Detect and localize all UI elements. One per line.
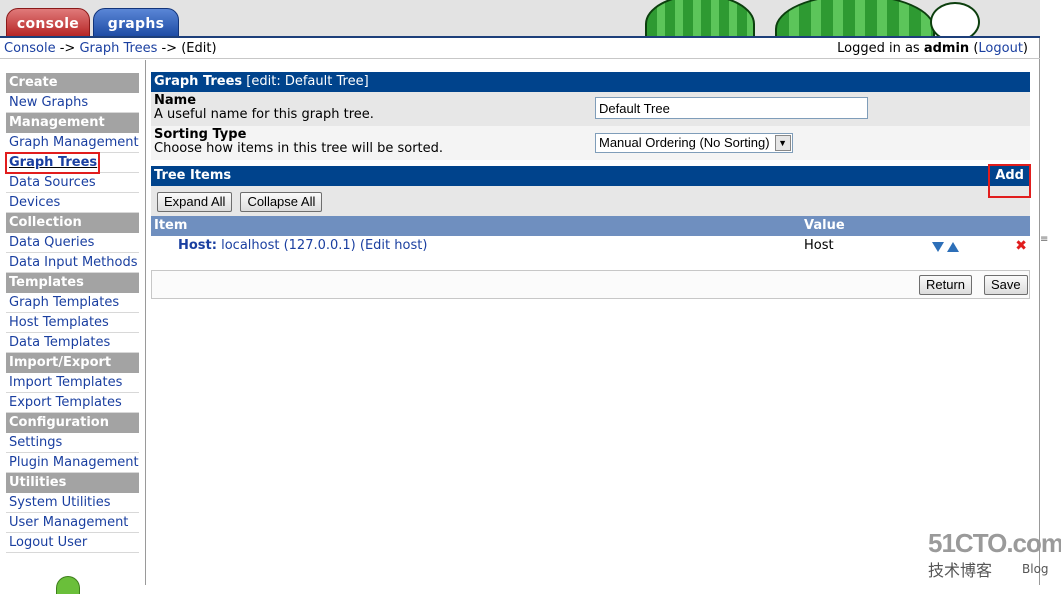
breadcrumb-graph-trees[interactable]: Graph Trees	[79, 41, 157, 56]
login-paren-close: )	[1022, 41, 1028, 56]
sidebar: Create New Graphs Management Graph Manageme…	[0, 60, 146, 594]
watermark-logo: 51CTO.com	[928, 528, 1061, 558]
sidebar-item-label[interactable]: Plugin Management	[9, 455, 139, 470]
form-header-title: Graph Trees	[154, 74, 243, 89]
sidebar-section-collection-methods: Collection Methods	[6, 213, 139, 250]
sidebar-item-user-management[interactable]: User Management	[6, 513, 139, 533]
tree-items-header: Tree Items Add	[151, 166, 1030, 186]
sidebar-item-label[interactable]: User Management	[9, 515, 128, 530]
sorting-select-value: Manual Ordering (No Sorting)	[599, 135, 770, 150]
sorting-description: Choose how items in this tree will be so…	[154, 141, 444, 156]
sidebar-item-label[interactable]: Data Input Methods	[9, 255, 138, 270]
tree-item-prefix: Host:	[178, 238, 217, 253]
login-status: Logged in as admin (Logout)	[837, 39, 1028, 59]
sidebar-item-label[interactable]: New Graphs	[9, 95, 88, 110]
name-label: Name	[154, 93, 197, 108]
arrow-down-icon[interactable]	[932, 242, 944, 252]
chevron-down-icon[interactable]: ▼	[774, 135, 791, 151]
move-arrows	[932, 239, 962, 259]
arrow-up-icon[interactable]	[947, 242, 959, 252]
sidebar-item-system-utilities[interactable]: System Utilities	[6, 493, 139, 513]
form-footer: Return Save	[151, 270, 1030, 299]
sidebar-item-label[interactable]: Data Templates	[9, 335, 110, 350]
sidebar-item-label[interactable]: Devices	[9, 195, 60, 210]
sidebar-item-label[interactable]: Graph Management	[9, 135, 139, 150]
sidebar-section-templates: Templates	[6, 273, 139, 293]
tab-console[interactable]: console	[6, 8, 90, 36]
sorting-row: Sorting Type Choose how items in this tr…	[151, 126, 1030, 160]
sidebar-item-new-graphs[interactable]: New Graphs	[6, 93, 139, 113]
sidebar-item-data-templates[interactable]: Data Templates	[6, 333, 139, 353]
sidebar-item-label[interactable]: Graph Templates	[9, 295, 119, 310]
collapse-all-button[interactable]: Collapse All	[240, 192, 323, 212]
sidebar-item-graph-management[interactable]: Graph Management	[6, 133, 139, 153]
tree-table-header: Item Value	[151, 216, 1030, 236]
tab-graphs[interactable]: graphs	[93, 8, 179, 36]
sidebar-item-graph-templates[interactable]: Graph Templates	[6, 293, 139, 313]
highlight-add	[988, 164, 1031, 198]
sidebar-item-data-input-methods[interactable]: Data Input Methods	[6, 253, 139, 273]
sidebar-item-settings[interactable]: Settings	[6, 433, 139, 453]
cactus-logo-right	[775, 0, 935, 36]
name-description: A useful name for this graph tree.	[154, 107, 374, 122]
sidebar-item-label[interactable]: Data Sources	[9, 175, 96, 190]
sidebar-section-import-export: Import/Export	[6, 353, 139, 373]
sidebar-item-host-templates[interactable]: Host Templates	[6, 313, 139, 333]
sorting-label: Sorting Type	[154, 127, 247, 142]
breadcrumb-bar: Console -> Graph Trees -> (Edit) Logged …	[0, 39, 1040, 59]
tree-toolbar: Expand All Collapse All	[151, 186, 1030, 216]
sidebar-item-import-templates[interactable]: Import Templates	[6, 373, 139, 393]
breadcrumb-current: -> (Edit)	[157, 41, 217, 56]
breadcrumb: Console -> Graph Trees -> (Edit)	[4, 39, 217, 59]
sidebar-item-label[interactable]: Logout User	[9, 535, 87, 550]
logout-link[interactable]: Logout	[978, 41, 1023, 56]
sidebar-item-logout-user[interactable]: Logout User	[6, 533, 139, 553]
scroll-grip-icon[interactable]: ≡	[1040, 234, 1048, 245]
sidebar-item-devices[interactable]: Devices	[6, 193, 139, 213]
sidebar-item-label[interactable]: Import Templates	[9, 375, 122, 390]
expand-all-button[interactable]: Expand All	[157, 192, 233, 212]
sidebar-section-create: Create	[6, 73, 139, 93]
column-header-value: Value	[804, 218, 845, 233]
column-header-item: Item	[154, 218, 188, 233]
highlight-graph-trees	[5, 152, 100, 174]
return-button[interactable]: Return	[919, 275, 973, 295]
tree-item-link[interactable]: Host: localhost (127.0.0.1) (Edit host)	[178, 236, 427, 256]
sidebar-section-configuration: Configuration	[6, 413, 139, 433]
table-row: Host: localhost (127.0.0.1) (Edit host) …	[151, 236, 1030, 256]
sidebar-section-management: Management	[6, 113, 139, 133]
watermark-blog: Blog	[1022, 562, 1049, 576]
login-username: admin	[923, 41, 970, 56]
tree-items-title: Tree Items	[154, 168, 232, 183]
sidebar-item-label[interactable]: Data Queries	[9, 235, 94, 250]
sidebar-item-export-templates[interactable]: Export Templates	[6, 393, 139, 413]
delete-icon[interactable]: ✖	[1015, 236, 1027, 256]
breadcrumb-separator: ->	[55, 41, 80, 56]
sidebar-item-label[interactable]: System Utilities	[9, 495, 111, 510]
tree-item-value: Host	[804, 238, 834, 253]
sidebar-item-label[interactable]: Settings	[9, 435, 62, 450]
breadcrumb-console[interactable]: Console	[4, 41, 56, 56]
cactus-logo	[645, 0, 755, 36]
top-banner: console graphs	[0, 0, 1040, 38]
sidebar-menu: Create New Graphs Management Graph Manageme…	[6, 73, 139, 553]
cactus-logo-eye	[930, 2, 980, 36]
save-button[interactable]: Save	[984, 275, 1028, 295]
sorting-select[interactable]: Manual Ordering (No Sorting) ▼	[595, 133, 793, 153]
name-input[interactable]	[595, 97, 868, 119]
main-content: Graph Trees [edit: Default Tree] Name A …	[151, 72, 1030, 299]
sidebar-item-label[interactable]: Host Templates	[9, 315, 109, 330]
sidebar-item-data-sources[interactable]: Data Sources	[6, 173, 139, 193]
form-header-subtitle: [edit: Default Tree]	[242, 74, 369, 89]
tree-item-text: localhost (127.0.0.1) (Edit host)	[216, 238, 428, 253]
sidebar-section-utilities: Utilities	[6, 473, 139, 493]
sidebar-item-plugin-management[interactable]: Plugin Management	[6, 453, 139, 473]
watermark: 51CTO.com 技术博客 Blog	[928, 528, 1061, 581]
sidebar-item-data-queries[interactable]: Data Queries	[6, 233, 139, 253]
globe-icon	[56, 576, 80, 594]
form-header: Graph Trees [edit: Default Tree]	[151, 72, 1030, 92]
login-prefix: Logged in as	[837, 41, 924, 56]
sidebar-item-label[interactable]: Export Templates	[9, 395, 122, 410]
name-row: Name A useful name for this graph tree.	[151, 92, 1030, 126]
